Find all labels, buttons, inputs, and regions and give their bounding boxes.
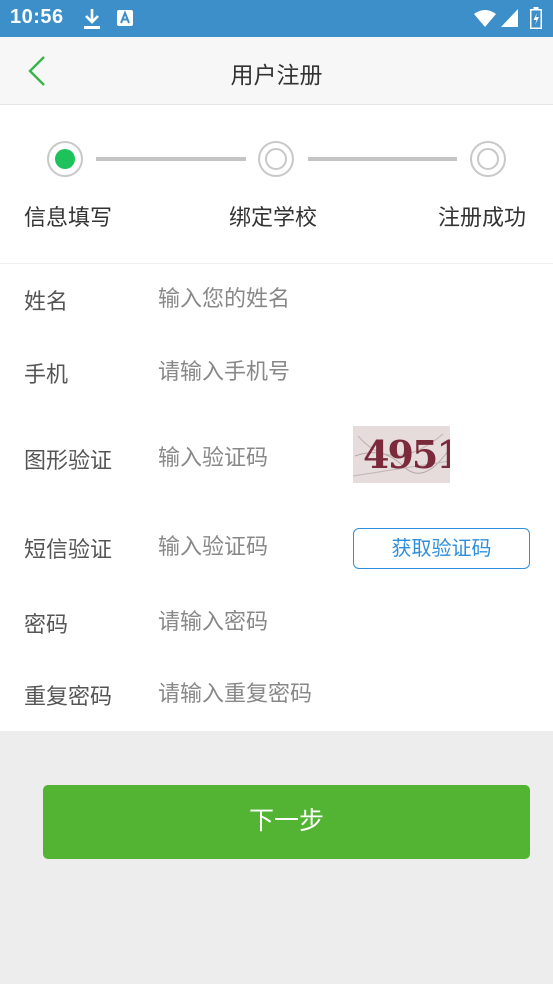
captcha-input[interactable]: [158, 440, 348, 476]
step-3-indicator: [470, 141, 506, 177]
sms-code-input[interactable]: [158, 529, 348, 565]
next-step-button[interactable]: 下一步: [43, 785, 530, 859]
step-1-indicator: [47, 141, 83, 177]
name-input[interactable]: [158, 281, 528, 317]
captcha-image[interactable]: 4951: [353, 426, 450, 483]
page-title: 用户注册: [230, 63, 323, 89]
signal-icon: [501, 9, 518, 27]
sms-label: 短信验证: [24, 538, 113, 563]
step-connector: [308, 157, 457, 161]
step-2-label: 绑定学校: [229, 206, 318, 231]
phone-label: 手机: [24, 363, 69, 388]
confirm-password-input[interactable]: [158, 676, 528, 712]
step-1-label: 信息填写: [24, 206, 113, 231]
download-icon: [84, 9, 100, 29]
phone-input[interactable]: [158, 354, 528, 390]
name-label: 姓名: [24, 290, 69, 315]
step-3-label: 注册成功: [438, 206, 527, 231]
step-2-indicator: [258, 141, 294, 177]
a-icon: [117, 10, 133, 26]
get-sms-code-button[interactable]: 获取验证码: [353, 528, 530, 569]
captcha-text: 4951: [363, 432, 450, 477]
step-connector: [96, 157, 246, 161]
wifi-icon: [474, 10, 496, 27]
registration-form: 姓名 手机 图形验证 4951 短信验证 获取验证码 密码 重复密码: [0, 264, 553, 731]
app-header: 用户注册: [0, 37, 553, 105]
step-indicator: 信息填写 绑定学校 注册成功: [0, 105, 553, 264]
confirm-password-label: 重复密码: [24, 685, 113, 710]
status-bar: 10:56: [0, 0, 553, 37]
status-time: 10:56: [10, 6, 64, 28]
password-label: 密码: [24, 613, 69, 638]
battery-icon: [530, 7, 542, 29]
password-input[interactable]: [158, 604, 528, 640]
captcha-label: 图形验证: [24, 449, 113, 474]
